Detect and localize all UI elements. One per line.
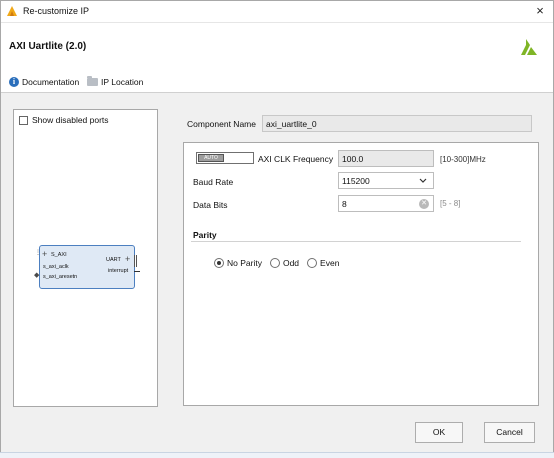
- documentation-label: Documentation: [22, 77, 80, 87]
- baud-rate-label: Baud Rate: [193, 177, 234, 187]
- background-window-strip: [0, 452, 554, 458]
- close-icon[interactable]: ×: [533, 4, 547, 18]
- bus-grip-icon: ⋮: [35, 250, 41, 256]
- plus-icon: +: [125, 254, 131, 264]
- parity-radio-group: No Parity Odd Even: [214, 258, 342, 268]
- port-s-axi-aclk: s_axi_aclk: [43, 264, 69, 270]
- radio-odd[interactable]: Odd: [269, 258, 300, 268]
- ip-header: AXI Uartlite (2.0): [1, 23, 553, 71]
- link-bar: i Documentation IP Location: [1, 71, 553, 93]
- vivado-app-icon: [6, 5, 18, 17]
- component-name-input[interactable]: axi_uartlite_0: [262, 115, 532, 132]
- data-bits-input[interactable]: 8 ✕: [338, 195, 434, 212]
- radio-label: Even: [320, 258, 340, 268]
- clk-frequency-field[interactable]: 100.0: [338, 150, 434, 167]
- data-bits-label: Data Bits: [193, 200, 228, 210]
- plus-icon: +: [42, 249, 48, 259]
- ok-button[interactable]: OK: [415, 422, 463, 443]
- port-uart: UART: [106, 257, 121, 263]
- reset-arrow-icon: ◆: [34, 272, 40, 279]
- re-customize-ip-dialog: Re-customize IP × AXI Uartlite (2.0) i D…: [0, 0, 554, 458]
- ip-title: AXI Uartlite (2.0): [9, 41, 87, 52]
- cancel-button[interactable]: Cancel: [484, 422, 535, 443]
- clk-frequency-label: AXI CLK Frequency: [258, 154, 334, 164]
- ip-location-label: IP Location: [101, 77, 144, 87]
- bus-bar-icon: [134, 255, 137, 267]
- parity-divider: [191, 241, 521, 242]
- ip-location-link[interactable]: IP Location: [87, 76, 144, 87]
- radio-label: Odd: [282, 258, 300, 268]
- port-interrupt: interrupt: [108, 268, 129, 274]
- radio-no-parity[interactable]: No Parity: [214, 258, 262, 268]
- port-s-axi: S_AXI: [51, 252, 67, 258]
- clear-icon[interactable]: ✕: [419, 199, 429, 209]
- radio-button[interactable]: [269, 258, 280, 268]
- show-disabled-ports-checkbox[interactable]: Show disabled ports: [19, 115, 109, 125]
- vivado-logo-icon: [517, 36, 539, 58]
- parity-section-title: Parity: [193, 230, 217, 240]
- ip-block-symbol[interactable]: ⋮ + S_AXI s_axi_aclk ◆ s_axi_aresetn UAR…: [34, 245, 140, 289]
- baud-rate-select[interactable]: 115200: [338, 172, 434, 189]
- window-title: Re-customize IP: [23, 6, 90, 16]
- component-name-label: Component Name: [187, 119, 256, 129]
- folder-icon: [87, 76, 98, 86]
- info-icon: i: [9, 77, 19, 87]
- clk-frequency-range: [10-300]MHz: [440, 155, 486, 164]
- port-s-axi-aresetn: s_axi_aresetn: [43, 274, 78, 280]
- radio-button[interactable]: [307, 258, 318, 268]
- chevron-down-icon[interactable]: [419, 177, 427, 186]
- data-bits-range: [5 - 8]: [440, 199, 461, 208]
- radio-button[interactable]: [214, 258, 224, 268]
- auto-label: AUTO: [198, 154, 224, 162]
- radio-label: No Parity: [227, 258, 262, 268]
- title-bar: Re-customize IP ×: [1, 1, 553, 23]
- checkbox-box[interactable]: [19, 115, 28, 125]
- show-disabled-ports-label: Show disabled ports: [32, 115, 109, 125]
- ip-symbol-panel: Show disabled ports ⋮ + S_AXI s_axi_aclk…: [13, 109, 158, 407]
- baud-rate-value: 115200: [342, 176, 370, 186]
- auto-toggle[interactable]: AUTO: [196, 152, 254, 164]
- radio-even[interactable]: Even: [307, 258, 339, 268]
- data-bits-value: 8: [342, 199, 347, 209]
- interrupt-pin: [134, 271, 140, 272]
- documentation-link[interactable]: i Documentation: [9, 77, 79, 87]
